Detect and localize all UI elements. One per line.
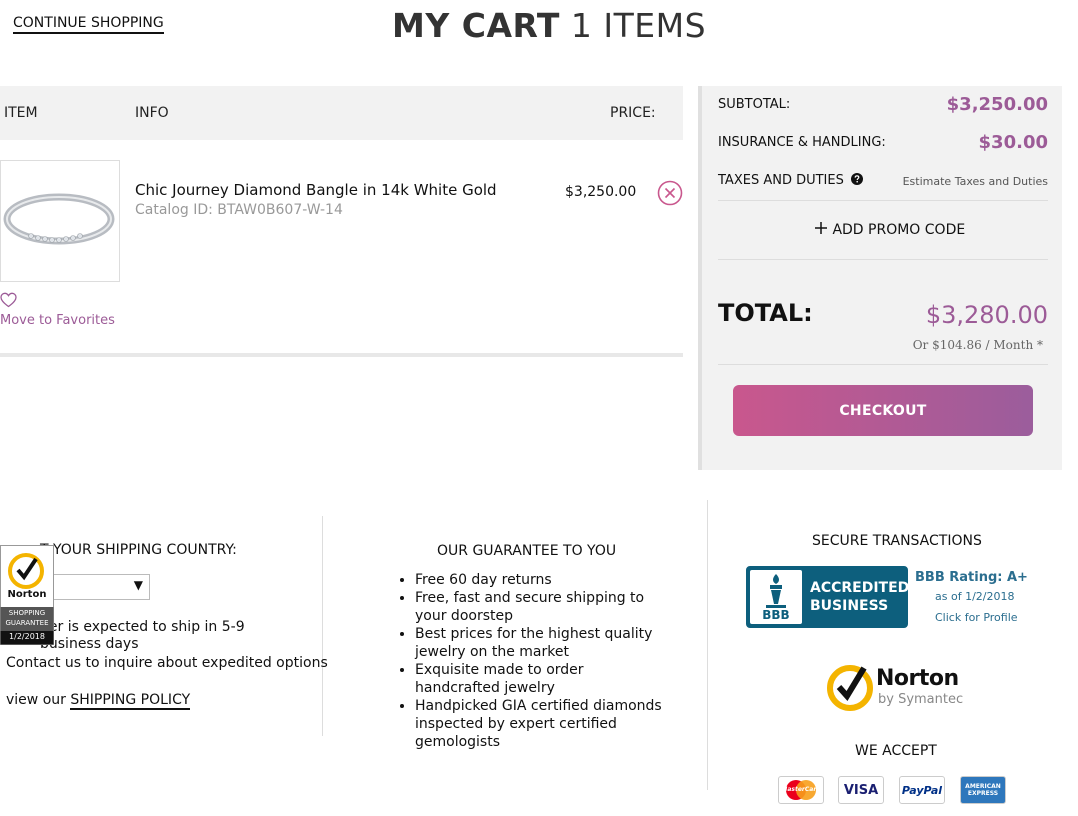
policy-prefix: view our	[6, 692, 71, 708]
summary-divider	[718, 259, 1048, 260]
torch-icon	[766, 574, 786, 608]
move-to-favorites-link[interactable]: Move to Favorites	[0, 313, 115, 328]
taxes-label: TAXES AND DUTIES	[718, 173, 863, 188]
estimate-taxes-link[interactable]: Estimate Taxes and Duties	[850, 175, 1048, 188]
product-price: $3,250.00	[565, 184, 637, 200]
guarantee-title: OUR GUARANTEE TO YOU	[437, 543, 617, 559]
page-title-main: MY CART	[392, 6, 560, 45]
promo-label: ADD PROMO CODE	[832, 222, 966, 238]
mastercard-label: MasterCard	[781, 786, 821, 793]
column-header-item: ITEM	[4, 105, 38, 121]
bbb-line1: ACCREDITED	[810, 580, 910, 596]
continue-shopping-link[interactable]: CONTINUE SHOPPING	[13, 15, 164, 34]
column-header-info: INFO	[135, 105, 169, 121]
remove-item-button[interactable]	[657, 180, 683, 206]
secure-transactions-title: SECURE TRANSACTIONS	[812, 533, 982, 549]
amex-icon: AMERICAN EXPRESS	[960, 776, 1006, 804]
guarantee-list: Free 60 day returns Free, fast and secur…	[397, 571, 665, 751]
shipping-country-label: T YOUR SHIPPING COUNTRY:	[40, 542, 237, 558]
we-accept-label: WE ACCEPT	[855, 743, 937, 759]
summary-divider	[718, 364, 1048, 365]
summary-divider	[718, 200, 1048, 201]
item-row-divider	[0, 353, 683, 357]
bbb-rating-date: as of 1/2/2018	[935, 590, 1015, 603]
guarantee-item: Best prices for the highest quality jewe…	[415, 625, 665, 661]
total-value: $3,280.00	[925, 301, 1048, 329]
guarantee-item: Free 60 day returns	[415, 571, 665, 589]
guarantee-item: Free, fast and secure shipping to your d…	[415, 589, 665, 625]
bangle-image	[3, 193, 115, 245]
total-label: TOTAL:	[718, 299, 813, 327]
insurance-value: $30.00	[978, 132, 1048, 153]
bbb-accredited-badge[interactable]: BBB ACCREDITED BUSINESS	[746, 566, 910, 628]
bbb-line2: BUSINESS	[810, 598, 889, 614]
norton-logo-name: Norton	[876, 666, 959, 691]
shipping-policy-link[interactable]: SHIPPING POLICY	[70, 692, 191, 710]
taxes-label-text: TAXES AND DUTIES	[718, 173, 844, 188]
bbb-profile-link[interactable]: Click for Profile	[935, 611, 1018, 624]
heart-icon[interactable]	[0, 292, 17, 308]
bbb-logo-text: BBB	[762, 608, 790, 622]
add-promo-code-button[interactable]: ADD PROMO CODE	[814, 221, 965, 238]
item-count: 1 ITEMS	[570, 6, 707, 45]
norton-shopping-guarantee-badge[interactable]: Norton SHOPPING GUARANTEE 1/2/2018	[0, 545, 54, 645]
product-name[interactable]: Chic Journey Diamond Bangle in 14k White…	[135, 181, 497, 199]
norton-badge-date: 1/2/2018	[9, 632, 45, 641]
column-header-price: PRICE:	[610, 105, 656, 121]
guarantee-item: Handpicked GIA certified diamonds inspec…	[415, 697, 665, 751]
guarantee-item: Exquisite made to order handcrafted jewe…	[415, 661, 665, 697]
subtotal-label: SUBTOTAL:	[718, 97, 791, 112]
cart-table-header: ITEM INFO PRICE:	[0, 86, 683, 140]
product-thumbnail[interactable]	[0, 160, 120, 282]
footer-divider	[322, 516, 323, 736]
paypal-icon: PayPal	[899, 776, 945, 804]
plus-icon	[815, 222, 827, 234]
shipping-time-note: der is expected to ship in 5-9 business …	[40, 619, 245, 652]
insurance-label: INSURANCE & HANDLING:	[718, 135, 886, 150]
close-circle-icon	[657, 180, 683, 206]
visa-icon: VISA	[838, 776, 884, 804]
norton-secured-logo[interactable]: Norton by Symantec	[826, 660, 966, 712]
subtotal-value: $3,250.00	[946, 94, 1048, 115]
page-title: MY CART 1 ITEMS	[392, 6, 706, 45]
product-catalog-id: Catalog ID: BTAW0B607-W-14	[135, 202, 343, 218]
bbb-rating: BBB Rating: A+	[915, 570, 1028, 585]
expedited-contact-note: Contact us to inquire about expedited op…	[6, 655, 328, 671]
footer-divider	[707, 500, 708, 790]
norton-badge-line1: SHOPPING	[8, 609, 46, 617]
monthly-payment: Or $104.86 / Month *	[912, 338, 1043, 352]
dropdown-arrow-icon: ▼	[133, 578, 143, 592]
mastercard-icon: MasterCard	[778, 776, 824, 804]
norton-logo-sub: by Symantec	[878, 692, 964, 707]
shipping-policy: view our SHIPPING POLICY	[6, 692, 191, 710]
norton-badge-line2: GUARANTEE	[5, 619, 49, 627]
norton-badge-name: Norton	[7, 589, 47, 600]
norton-check-icon	[827, 665, 873, 711]
checkout-button[interactable]: CHECKOUT	[733, 385, 1033, 436]
bbb-logo: BBB	[750, 570, 802, 624]
